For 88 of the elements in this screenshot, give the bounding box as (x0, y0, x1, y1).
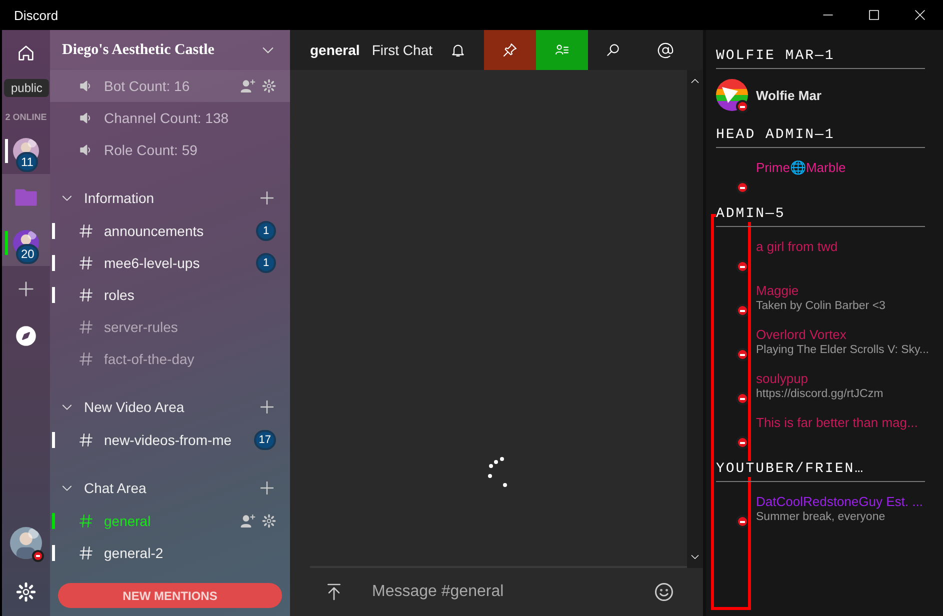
member-name: a girl from twd (756, 239, 838, 255)
add-user-icon[interactable] (240, 513, 256, 529)
category-name[interactable]: New Video Area (84, 399, 258, 415)
dnd-status-icon (736, 304, 749, 317)
home-icon[interactable] (16, 43, 36, 63)
tooltip: public (4, 79, 50, 97)
mention-badge: 17 (254, 430, 276, 450)
hash-icon (78, 255, 94, 271)
member-activity: Taken by Colin Barber <3 (756, 299, 886, 314)
emoji-icon[interactable] (653, 581, 675, 603)
hash-icon (78, 513, 94, 529)
member-row[interactable]: This is far better than mag... (716, 413, 939, 457)
unread-indicator (5, 231, 8, 255)
scroll-down-icon (690, 552, 700, 562)
message-input[interactable]: Message #general (370, 582, 653, 602)
dnd-status-icon (736, 392, 749, 405)
text-channel[interactable]: general-2 (50, 537, 290, 569)
text-channel[interactable]: new-videos-from-me 17 (50, 424, 290, 456)
category-name[interactable]: Information (84, 190, 258, 206)
member-row[interactable]: Maggie Taken by Colin Barber <3 (716, 281, 939, 325)
member-activity: https://discord.gg/rtJCzm (756, 387, 884, 402)
member-row[interactable]: Prime🌐Marble (716, 158, 939, 202)
server-icon[interactable]: 20 (2, 220, 50, 266)
channel-topic: First Chat (372, 42, 432, 58)
member-name: Wolfie Mar (756, 88, 822, 104)
user-avatar[interactable] (10, 527, 42, 559)
maximize-icon (868, 9, 880, 21)
add-user-icon[interactable] (240, 78, 256, 94)
plus-icon[interactable] (16, 279, 36, 299)
dnd-status-icon (736, 181, 749, 194)
hash-icon (78, 319, 94, 335)
member-row[interactable]: Wolfie Mar (716, 79, 939, 123)
member-row[interactable]: a girl from twd (716, 237, 939, 281)
member-row[interactable]: DatCoolRedstoneGuy Est. ... Summer break, everyone (716, 492, 939, 536)
member-activity: Summer break, everyone (756, 510, 886, 525)
text-channel[interactable]: roles (50, 279, 290, 311)
settings-icon[interactable] (262, 514, 276, 528)
member-activity: Playing The Elder Scrolls V: Sky... (756, 343, 929, 358)
dnd-status-icon (736, 260, 749, 273)
text-channel[interactable]: server-rules (50, 311, 290, 343)
close-icon (914, 9, 926, 21)
plus-icon[interactable] (258, 479, 276, 497)
mention-badge: 20 (16, 244, 40, 264)
member-name: This is far better than mag... (756, 415, 918, 431)
mention-badge: 1 (256, 253, 276, 273)
search-icon (605, 42, 622, 58)
server-header[interactable]: Diego's Aesthetic Castle (50, 30, 290, 70)
online-count: 2 ONLINE (5, 112, 47, 124)
voice-channel[interactable]: Bot Count: 16 (50, 70, 290, 102)
plus-icon[interactable] (258, 398, 276, 416)
plus-icon[interactable] (258, 189, 276, 207)
hash-icon (78, 432, 94, 448)
member-name: Maggie (756, 283, 800, 299)
mention-badge: 11 (16, 152, 38, 172)
member-name: soulypup (756, 371, 810, 387)
at-icon (656, 42, 674, 58)
text-channel[interactable]: fact-of-the-day (50, 343, 290, 375)
server-icon[interactable]: 11 (2, 128, 50, 174)
member-name: DatCoolRedstoneGuy Est. ... (756, 494, 923, 510)
mention-badge: 1 (256, 221, 276, 241)
hash-icon (78, 351, 94, 367)
member-name: Prime🌐Marble (756, 160, 846, 176)
role-header: YOUTUBER/FRIEN… (716, 461, 865, 477)
bell-icon (450, 42, 466, 58)
compass-icon (15, 325, 37, 347)
voice-channel[interactable]: Role Count: 59 (50, 134, 290, 166)
member-row[interactable]: Overlord Vortex Playing The Elder Scrolls V: Sky... (716, 325, 939, 369)
member-row[interactable]: soulypup https://discord.gg/rtJCzm (716, 369, 939, 413)
dnd-status-icon (736, 436, 749, 449)
text-channel[interactable]: mee6-level-ups 1 (50, 247, 290, 279)
dnd-status-icon (736, 515, 749, 528)
dnd-status-icon (736, 348, 749, 361)
pin-icon (502, 42, 518, 58)
role-header: ADMIN—5 (716, 206, 786, 222)
member-name: Overlord Vortex (756, 327, 848, 343)
server-name: Diego's Aesthetic Castle (62, 42, 216, 58)
hash-icon (78, 287, 94, 303)
hash-icon (78, 223, 94, 239)
hash-icon (78, 545, 94, 561)
dnd-status-icon (32, 550, 44, 562)
window-title: Discord (14, 8, 60, 22)
text-channel[interactable]: announcements 1 (50, 215, 290, 247)
text-channel[interactable]: general (50, 505, 290, 537)
voice-channel[interactable]: Channel Count: 138 (50, 102, 290, 134)
category-name[interactable]: Chat Area (84, 480, 258, 496)
channel-name: general (310, 42, 360, 58)
dnd-status-icon (736, 100, 749, 113)
scroll-up-icon (690, 76, 700, 86)
